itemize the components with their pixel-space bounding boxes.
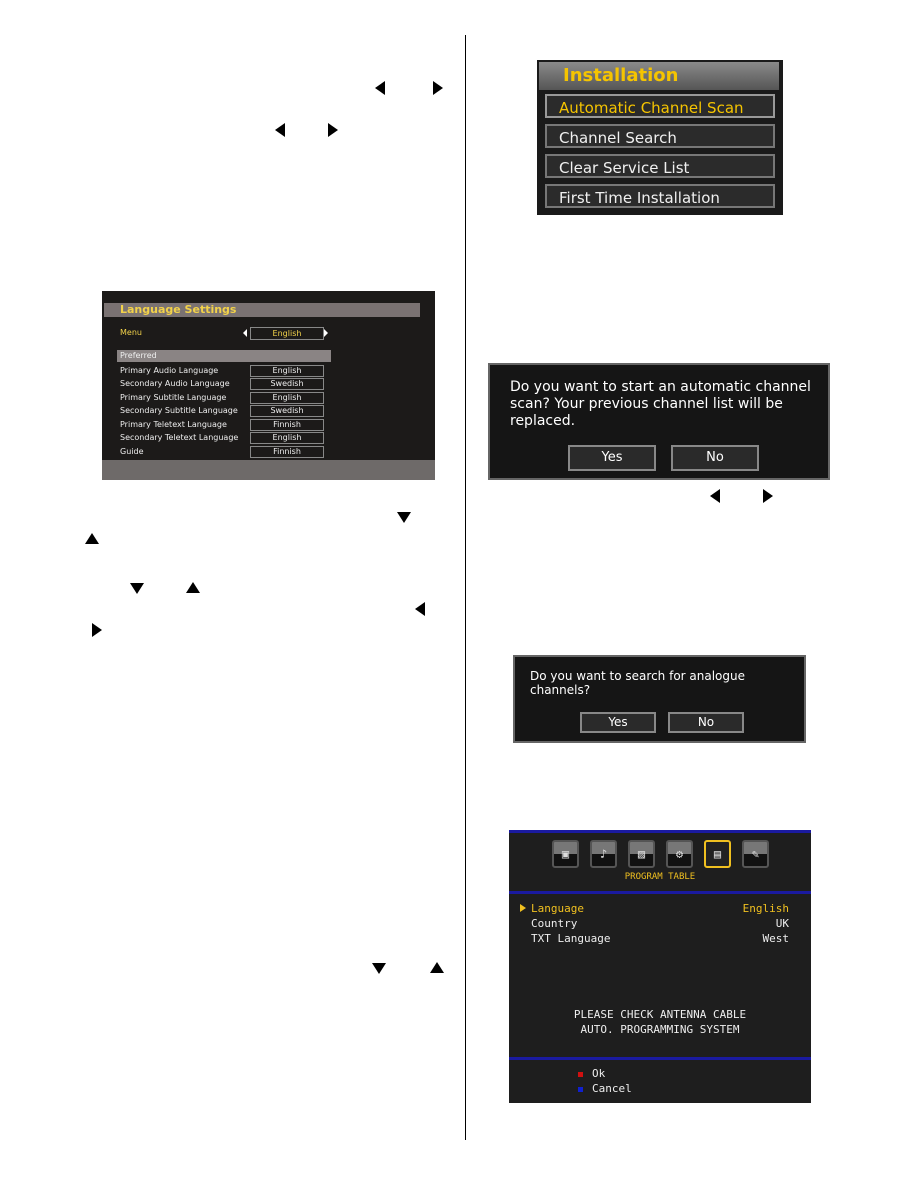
setting-row-language[interactable]: Language English xyxy=(531,902,789,915)
setting-row[interactable]: Secondary Audio Language Swedish xyxy=(120,378,420,390)
installation-title: Installation xyxy=(539,62,779,90)
setting-label: TXT Language xyxy=(531,932,611,945)
up-arrow-icon xyxy=(186,582,200,593)
divider xyxy=(509,891,811,894)
setting-row[interactable]: Secondary Teletext Language English xyxy=(120,432,420,444)
setting-row[interactable]: Guide Finnish xyxy=(120,446,420,458)
selection-pointer-icon xyxy=(520,904,526,912)
setting-label: Primary Audio Language xyxy=(120,366,219,375)
divider xyxy=(509,830,811,833)
setting-row-country[interactable]: Country UK xyxy=(531,917,789,930)
installation-menu-screenshot: Installation Automatic Channel Scan Chan… xyxy=(537,60,783,215)
setting-label: Primary Teletext Language xyxy=(120,420,227,429)
music-icon[interactable]: ♪ xyxy=(590,840,617,868)
blue-key-icon xyxy=(578,1087,583,1092)
menu-item-first-time-installation[interactable]: First Time Installation xyxy=(545,184,775,208)
footer-bar xyxy=(102,460,435,480)
left-triangle-icon xyxy=(243,329,247,337)
setting-row-txt-language[interactable]: TXT Language West xyxy=(531,932,789,945)
dialog-message: Do you want to search for analogue chann… xyxy=(530,669,745,697)
down-arrow-icon xyxy=(397,512,411,523)
language-settings-screenshot: Language Settings Menu English Preferred… xyxy=(102,291,435,480)
language-settings-title: Language Settings xyxy=(104,303,420,317)
no-button[interactable]: No xyxy=(671,445,759,471)
left-arrow-icon xyxy=(275,123,285,137)
setting-label: Secondary Audio Language xyxy=(120,379,230,388)
setting-value: Swedish xyxy=(250,405,324,417)
notice-line: AUTO. PROGRAMMING SYSTEM xyxy=(580,1023,740,1036)
left-arrow-icon xyxy=(375,81,385,95)
setting-row[interactable]: Primary Audio Language English xyxy=(120,365,420,377)
setting-row[interactable]: Primary Subtitle Language English xyxy=(120,392,420,404)
yes-button[interactable]: Yes xyxy=(568,445,656,471)
setting-row[interactable]: Primary Teletext Language Finnish xyxy=(120,419,420,431)
no-button[interactable]: No xyxy=(668,712,744,733)
up-arrow-icon xyxy=(430,962,444,973)
dialog-message: Do you want to start an automatic channe… xyxy=(510,379,811,429)
menu-value[interactable]: English xyxy=(250,327,324,340)
ok-option[interactable]: Ok xyxy=(592,1067,605,1080)
down-arrow-icon xyxy=(130,583,144,594)
setting-label: Secondary Teletext Language xyxy=(120,433,239,442)
setting-label: Primary Subtitle Language xyxy=(120,393,227,402)
right-arrow-icon xyxy=(328,123,338,137)
notice-line: PLEASE CHECK ANTENNA CABLE xyxy=(573,1008,747,1021)
camera-icon[interactable]: ▣ xyxy=(552,840,579,868)
setting-value: Swedish xyxy=(250,378,324,390)
setting-label: Secondary Subtitle Language xyxy=(120,406,238,415)
menu-item-automatic-channel-scan[interactable]: Automatic Channel Scan xyxy=(545,94,775,118)
right-arrow-icon xyxy=(433,81,443,95)
red-key-icon xyxy=(578,1072,583,1077)
divider xyxy=(509,1057,811,1060)
column-divider xyxy=(465,35,466,1140)
menu-item-clear-service-list[interactable]: Clear Service List xyxy=(545,154,775,178)
setting-label: Language xyxy=(531,902,584,915)
setting-value: West xyxy=(762,932,790,945)
program-table-icon[interactable]: ▤ xyxy=(704,840,731,868)
setting-label: Guide xyxy=(120,447,144,456)
auto-scan-dialog: Do you want to start an automatic channe… xyxy=(488,363,830,480)
right-arrow-icon xyxy=(763,489,773,503)
left-arrow-icon xyxy=(415,602,425,616)
cancel-option[interactable]: Cancel xyxy=(592,1082,632,1095)
left-arrow-icon xyxy=(710,489,720,503)
yes-button[interactable]: Yes xyxy=(580,712,656,733)
menu-item-channel-search[interactable]: Channel Search xyxy=(545,124,775,148)
picture-icon[interactable]: ▨ xyxy=(628,840,655,868)
setting-value: Finnish xyxy=(250,446,324,458)
settings-icon[interactable]: ⚙ xyxy=(666,840,693,868)
setting-value: English xyxy=(742,902,789,915)
program-table-header: PROGRAM TABLE xyxy=(624,872,696,882)
setting-label: Country xyxy=(531,917,578,930)
manual-page: Language Settings Menu English Preferred… xyxy=(0,0,918,1188)
preferred-header: Preferred xyxy=(117,350,331,362)
setting-row[interactable]: Secondary Subtitle Language Swedish xyxy=(120,405,420,417)
setting-value: English xyxy=(250,432,324,444)
menu-label: Menu xyxy=(120,328,142,337)
setting-value: English xyxy=(250,392,324,404)
setting-value: Finnish xyxy=(250,419,324,431)
setting-value: UK xyxy=(775,917,789,930)
right-arrow-icon xyxy=(92,623,102,637)
down-arrow-icon xyxy=(372,963,386,974)
up-arrow-icon xyxy=(85,533,99,544)
analogue-search-dialog: Do you want to search for analogue chann… xyxy=(513,655,806,743)
program-table-screenshot: ▣ ♪ ▨ ⚙ ▤ ✎ PROGRAM TABLE Language Englis… xyxy=(509,830,811,1103)
right-triangle-icon xyxy=(324,329,328,337)
tools-icon[interactable]: ✎ xyxy=(742,840,769,868)
setting-value: English xyxy=(250,365,324,377)
